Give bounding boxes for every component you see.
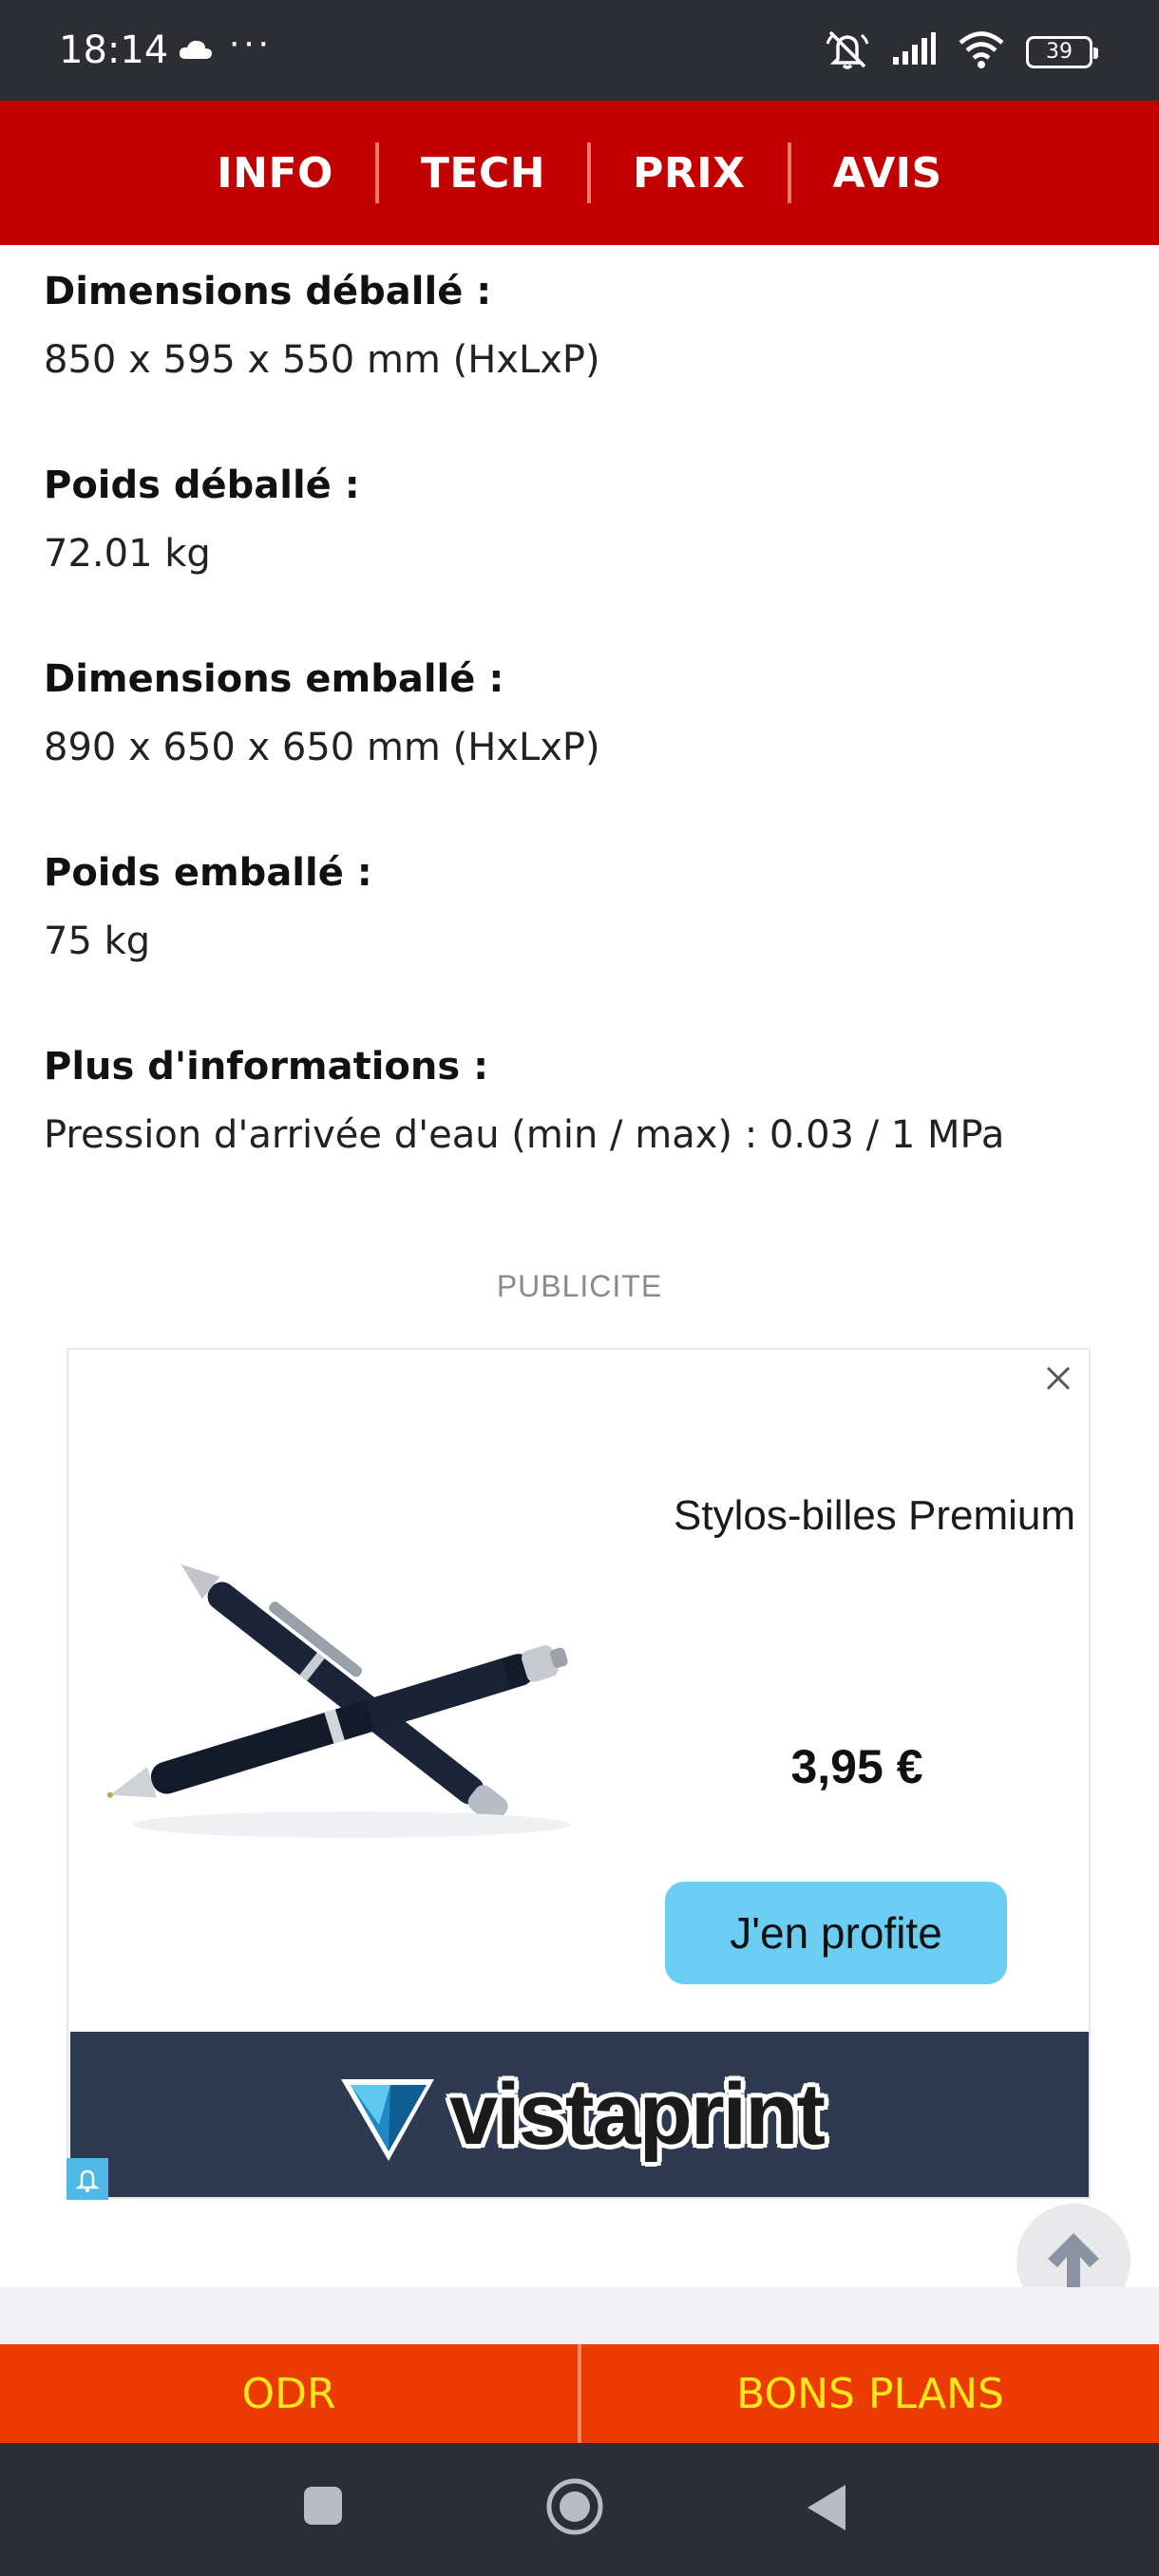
tab-tech[interactable]: TECH (379, 149, 587, 198)
spec-item: Plus d'informations : Pression d'arrivée… (44, 1043, 1127, 1237)
cloud-icon (177, 38, 215, 66)
product-image[interactable] (86, 1540, 618, 1853)
more-notifications-icon: ··· (228, 21, 272, 63)
home-icon[interactable] (545, 2477, 604, 2541)
arrow-up-icon (1048, 2233, 1099, 2288)
tab-info[interactable]: INFO (175, 149, 375, 198)
odr-button[interactable]: ODR (0, 2344, 578, 2443)
battery-icon: 39 (1026, 35, 1098, 68)
brand-name: vistaprint (448, 2065, 826, 2163)
spec-value: 72.01 kg (44, 532, 211, 576)
ad-price: 3,95 € (790, 1740, 923, 1793)
back-icon[interactable] (806, 2483, 847, 2537)
top-nav: INFO TECH PRIX AVIS (0, 101, 1159, 245)
spec-value: 890 x 650 x 650 mm (HxLxP) (44, 726, 600, 769)
status-bar: 18:14 ··· 39 (0, 0, 1159, 101)
adchoices-icon[interactable] (66, 2158, 108, 2200)
spec-value: 75 kg (44, 919, 151, 963)
spec-value: 850 x 595 x 550 mm (HxLxP) (44, 338, 600, 382)
bottom-action-bar: ODR BONS PLANS (0, 2344, 1159, 2443)
status-icons: 39 (825, 28, 1098, 75)
spec-value: Pression d'arrivée d'eau (min / max) : 0… (44, 1113, 1005, 1157)
spec-label: Plus d'informations : (44, 1045, 489, 1089)
spec-label: Poids emballé : (44, 851, 372, 895)
vistaprint-logo[interactable]: vistaprint (70, 2032, 1089, 2197)
mute-icon (825, 28, 870, 75)
spec-label: Dimensions déballé : (44, 270, 492, 313)
ad-title[interactable]: Stylos-billes Premium (600, 1492, 1075, 1540)
ad-banner[interactable]: Stylos-billes Premium 3,95 € J'en profit… (66, 1348, 1091, 2199)
spec-item: Poids emballé : 75 kg (44, 849, 1127, 1043)
system-nav-bar (0, 2443, 1159, 2576)
recents-icon[interactable] (302, 2485, 344, 2531)
ad-cta-button[interactable]: J'en profite (665, 1882, 1007, 1984)
spec-item: Dimensions déballé : 850 x 595 x 550 mm … (44, 268, 1127, 462)
spec-label: Dimensions emballé : (44, 657, 504, 701)
tab-prix[interactable]: PRIX (591, 149, 787, 198)
status-time: 18:14 (59, 28, 169, 72)
spec-item: Dimensions emballé : 890 x 650 x 650 mm … (44, 655, 1127, 849)
spec-list: Dimensions déballé : 850 x 595 x 550 mm … (44, 268, 1127, 1237)
footer-spacer (0, 2287, 1159, 2344)
vistaprint-mark-icon (340, 2079, 434, 2161)
signal-icon (891, 32, 937, 71)
spec-item: Poids déballé : 72.01 kg (44, 462, 1127, 655)
bons-plans-button[interactable]: BONS PLANS (581, 2344, 1159, 2443)
ad-label: PUBLICITE (496, 1269, 663, 1303)
close-icon[interactable] (1037, 1357, 1079, 1399)
wifi-icon (958, 30, 1005, 73)
spec-label: Poids déballé : (44, 464, 360, 507)
tab-avis[interactable]: AVIS (791, 149, 984, 198)
